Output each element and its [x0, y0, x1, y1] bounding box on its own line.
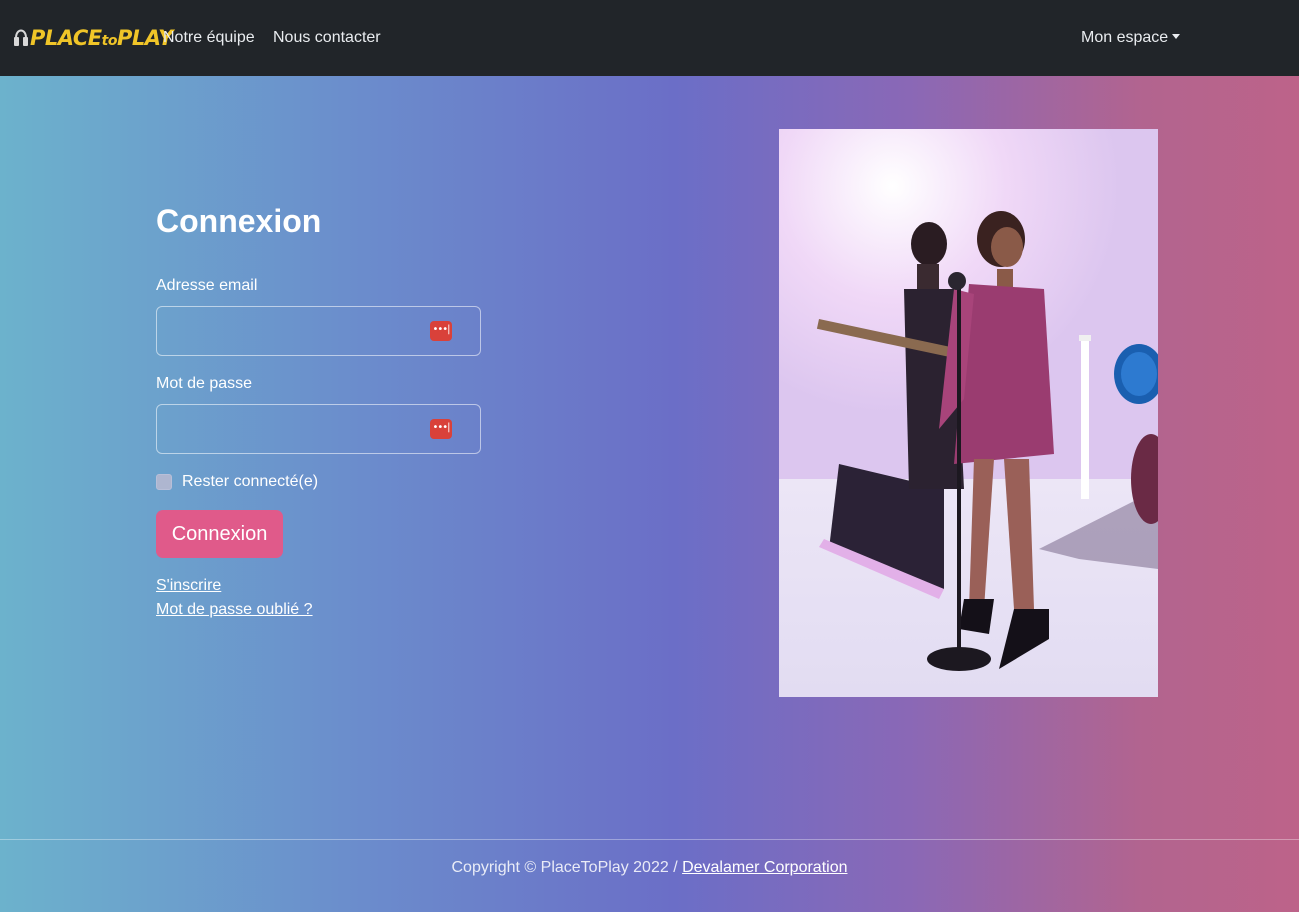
footer-divider: [0, 839, 1299, 840]
account-dropdown[interactable]: Mon espace: [1081, 29, 1181, 47]
footer: Copyright © PlaceToPlay 2022 / Devalamer…: [0, 859, 1299, 877]
login-button[interactable]: Connexion: [156, 510, 283, 558]
nav-link-notre-equipe[interactable]: Notre équipe: [163, 29, 255, 47]
singer-photo: [779, 129, 1158, 697]
remember-me[interactable]: Rester connecté(e): [156, 473, 318, 491]
brand-logo[interactable]: PLACEtoPLAY: [14, 22, 173, 54]
password-manager-icon[interactable]: •••|: [430, 419, 452, 439]
password-label: Mot de passe: [156, 375, 253, 392]
headphones-icon: [14, 29, 28, 46]
account-dropdown-label: Mon espace: [1081, 29, 1169, 46]
caret-down-icon: [1172, 34, 1181, 39]
nav-link-nous-contacter[interactable]: Nous contacter: [273, 29, 381, 47]
forgot-password-link[interactable]: Mot de passe oublié ?: [156, 601, 313, 619]
password-input[interactable]: [167, 405, 421, 451]
password-field-container: •••|: [156, 404, 481, 454]
page-title: Connexion: [156, 203, 322, 239]
password-manager-icon[interactable]: •••|: [430, 321, 452, 341]
company-link[interactable]: Devalamer Corporation: [682, 859, 847, 876]
signup-link[interactable]: S'inscrire: [156, 577, 221, 595]
email-field-container: •••|: [156, 306, 481, 356]
copyright-text: Copyright © PlaceToPlay 2022 /: [451, 859, 683, 876]
top-navbar: PLACEtoPLAY Notre équipe Nous contacter …: [0, 0, 1299, 76]
remember-checkbox[interactable]: [156, 474, 172, 490]
email-label: Adresse email: [156, 277, 258, 294]
logo-wordmark: PLACEtoPLAY: [30, 26, 173, 50]
email-input[interactable]: [167, 307, 421, 353]
remember-label[interactable]: Rester connecté(e): [182, 473, 318, 491]
